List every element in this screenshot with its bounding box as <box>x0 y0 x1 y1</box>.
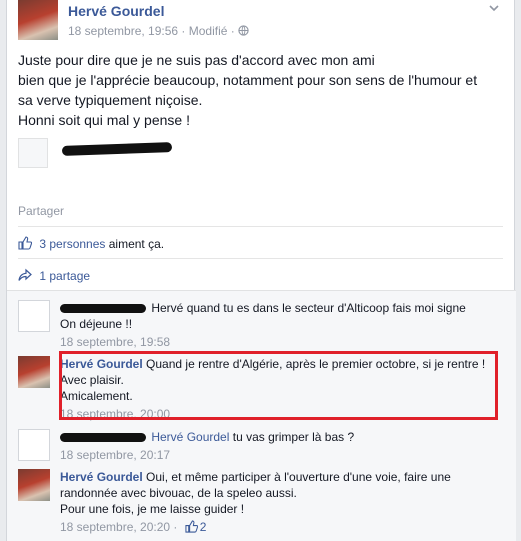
commenter-avatar[interactable] <box>18 300 50 332</box>
comment-like-count[interactable]: 2 <box>185 520 207 534</box>
thumbs-up-icon <box>185 520 199 534</box>
comment-text: Oui, et même participer à l'ouverture d'… <box>146 470 451 484</box>
redacted-name <box>60 304 146 314</box>
comment-text: On déjeune !! <box>60 317 133 331</box>
separator: · <box>173 520 181 534</box>
post-line: bien que je l'apprécie beaucoup, notamme… <box>18 72 478 88</box>
share-button[interactable]: Partager <box>18 204 64 218</box>
globe-icon <box>238 24 249 38</box>
post-line: Honni soit qui mal y pense ! <box>18 112 190 128</box>
comment-timestamp[interactable]: 18 septembre, 19:58 <box>60 334 170 350</box>
comment-body: Hervé Gourdel Oui, et même participer à … <box>60 469 503 535</box>
post-edited-label[interactable]: Modifié <box>189 24 228 38</box>
comment-like-number: 2 <box>199 520 207 534</box>
post-line: Juste pour dire que je ne suis pas d'acc… <box>18 52 375 68</box>
chevron-down-icon[interactable] <box>488 2 502 16</box>
redacted-name <box>61 142 173 156</box>
comment-text: tu vas grimper là bas ? <box>232 430 355 444</box>
shares-count-link[interactable]: 1 partage <box>39 269 90 283</box>
likes-suffix: aiment ça. <box>108 237 165 251</box>
tagged-friend-row <box>18 134 498 174</box>
post-author-name[interactable]: Hervé Gourdel <box>68 3 164 19</box>
post-meta: 18 septembre, 19:56 · Modifié · <box>68 24 249 38</box>
highlight-box <box>59 351 498 420</box>
likes-summary: 3 personnes aiment ça. <box>18 236 164 251</box>
divider <box>18 258 503 259</box>
meta-separator: · <box>181 24 189 38</box>
shares-summary[interactable]: 1 partage <box>18 268 90 283</box>
redacted-name <box>60 433 146 443</box>
post-date[interactable]: 18 septembre, 19:56 <box>68 24 178 38</box>
divider <box>18 226 503 227</box>
post-text: Juste pour dire que je ne suis pas d'acc… <box>18 50 503 130</box>
comment-author[interactable]: Hervé Gourdel <box>60 470 143 484</box>
commenter-avatar[interactable] <box>18 356 50 388</box>
comment-timestamp[interactable]: 18 septembre, 20:17 <box>60 447 170 463</box>
mentioned-user[interactable]: Hervé Gourdel <box>151 430 229 444</box>
post-card: Hervé Gourdel 18 septembre, 19:56 · Modi… <box>6 0 516 541</box>
commenter-avatar[interactable] <box>18 429 50 461</box>
friend-thumbnail[interactable] <box>18 138 48 168</box>
commenter-avatar[interactable] <box>18 469 50 501</box>
author-avatar[interactable] <box>18 0 58 40</box>
post-line: sa verve typiquement niçoise. <box>18 92 203 108</box>
comment-body: Hervé Gourdel tu vas grimper là bas ? 18… <box>60 429 503 463</box>
likes-count-link[interactable]: 3 personnes <box>39 237 105 251</box>
comment-body: Hervé quand tu es dans le secteur d'Alti… <box>60 300 503 350</box>
comment-text: Hervé quand tu es dans le secteur d'Alti… <box>151 301 466 315</box>
share-arrow-icon <box>18 268 32 282</box>
comment-timestamp[interactable]: 18 septembre, 20:20 <box>60 519 170 535</box>
thumbs-up-icon <box>18 236 33 250</box>
comment-text: randonnée avec bivouac, de la speleo aus… <box>60 486 297 500</box>
comment-text: Pour une fois, je me laisse guider ! <box>60 502 245 516</box>
